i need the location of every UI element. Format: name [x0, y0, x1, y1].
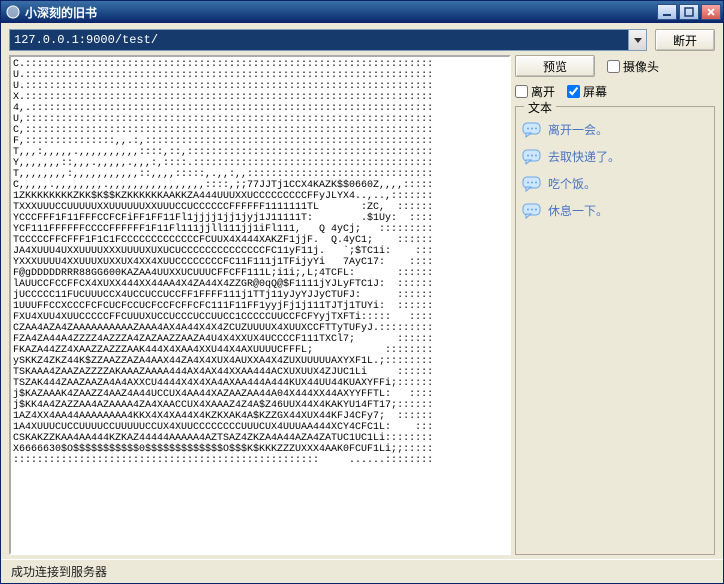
- chevron-down-icon: [634, 36, 642, 44]
- minimize-button[interactable]: [657, 4, 677, 20]
- message-text: 离开一会。: [548, 121, 608, 138]
- camera-label: 摄像头: [623, 58, 659, 75]
- leave-checkbox-wrap[interactable]: 离开: [515, 83, 555, 100]
- close-button[interactable]: [701, 4, 721, 20]
- list-item[interactable]: 离开一会。: [522, 121, 708, 138]
- list-item[interactable]: 去取快递了。: [522, 148, 708, 165]
- address-dropdown-button[interactable]: [628, 30, 646, 50]
- message-list: 离开一会。 去取快递了。 吃个饭。: [522, 119, 708, 219]
- text-groupbox: 文本 离开一会。 去取快递了。: [515, 106, 715, 555]
- screen-label: 屏幕: [583, 83, 607, 100]
- screen-checkbox[interactable]: [567, 85, 580, 98]
- content-area: C.::::::::::::::::::::::::::::::::::::::…: [1, 55, 723, 559]
- address-row: 断开: [1, 23, 723, 55]
- text-groupbox-title: 文本: [524, 99, 556, 116]
- message-text: 吃个饭。: [548, 175, 596, 192]
- maximize-button[interactable]: [679, 4, 699, 20]
- status-bar: 成功连接到服务器: [1, 559, 723, 583]
- chat-bubble-icon: [522, 122, 542, 138]
- preview-button[interactable]: 预览: [515, 55, 595, 77]
- message-text: 去取快递了。: [548, 148, 620, 165]
- screen-checkbox-wrap[interactable]: 屏幕: [567, 83, 607, 100]
- disconnect-button[interactable]: 断开: [655, 29, 715, 51]
- side-row-2: 离开 屏幕: [515, 83, 715, 100]
- main-window: 小深刻的旧书 断开 C.::::::::::::::::::::::::::::…: [0, 0, 724, 584]
- side-panel: 预览 摄像头 离开 屏幕 文本: [515, 55, 715, 555]
- leave-checkbox[interactable]: [515, 85, 528, 98]
- address-combo: [9, 29, 647, 51]
- camera-checkbox[interactable]: [607, 60, 620, 73]
- list-item[interactable]: 休息一下。: [522, 202, 708, 219]
- window-title: 小深刻的旧书: [25, 4, 657, 21]
- app-icon: [5, 4, 21, 20]
- titlebar: 小深刻的旧书: [1, 1, 723, 23]
- list-item[interactable]: 吃个饭。: [522, 175, 708, 192]
- camera-checkbox-wrap[interactable]: 摄像头: [607, 58, 659, 75]
- message-text: 休息一下。: [548, 202, 608, 219]
- chat-bubble-icon: [522, 203, 542, 219]
- chat-bubble-icon: [522, 176, 542, 192]
- ascii-output[interactable]: C.::::::::::::::::::::::::::::::::::::::…: [9, 55, 511, 555]
- window-controls: [657, 4, 721, 20]
- chat-bubble-icon: [522, 149, 542, 165]
- status-text: 成功连接到服务器: [11, 563, 107, 580]
- side-row-1: 预览 摄像头: [515, 55, 715, 77]
- address-input[interactable]: [10, 30, 628, 50]
- leave-label: 离开: [531, 83, 555, 100]
